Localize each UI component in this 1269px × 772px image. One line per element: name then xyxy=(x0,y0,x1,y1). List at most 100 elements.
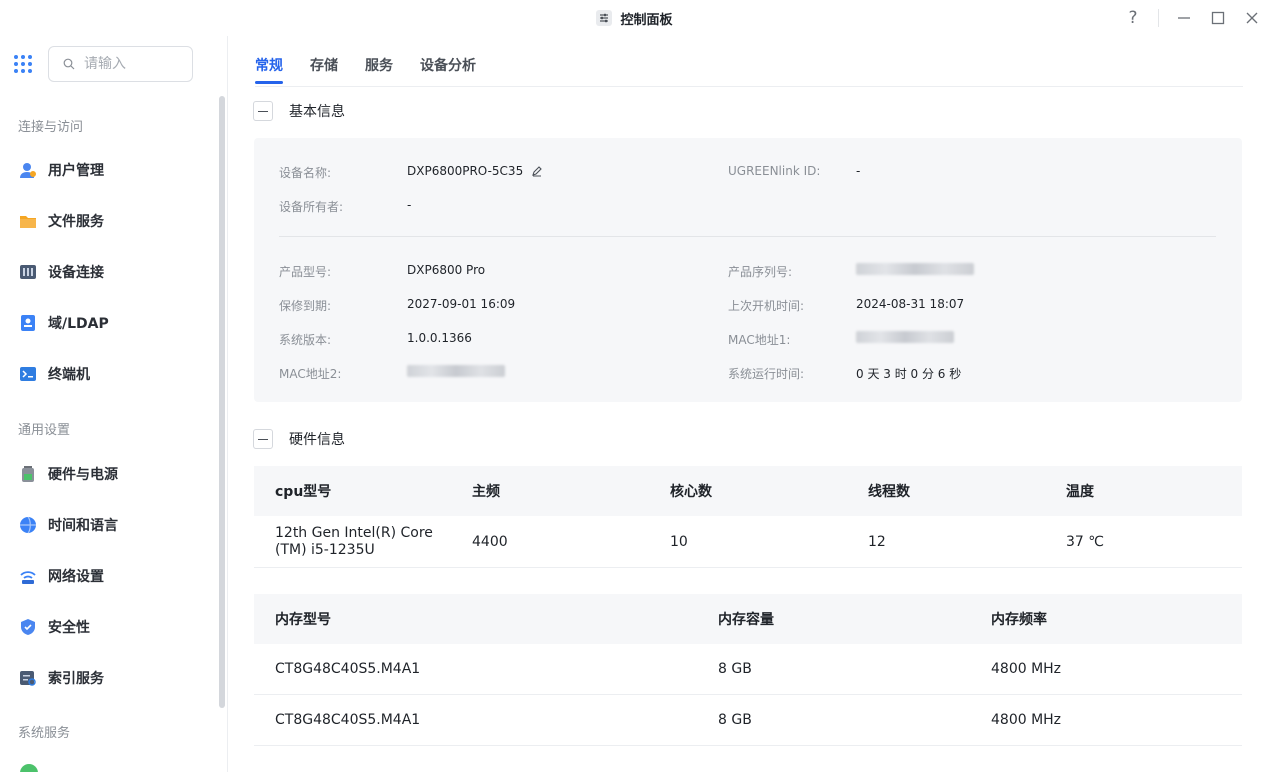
sidebar-item-label: 网络设置 xyxy=(48,569,104,585)
basic-info-header[interactable]: 基本信息 xyxy=(253,100,345,122)
cpu-table: cpu型号 主频 核心数 线程数 温度 12th Gen Intel(R) Co… xyxy=(254,466,1242,568)
warranty-value: 2027-09-01 16:09 xyxy=(407,297,516,311)
control-panel-icon xyxy=(596,10,613,26)
col-memory-model: 内存型号 xyxy=(275,612,331,628)
sidebar-item-label: 域/LDAP xyxy=(48,316,109,332)
info-divider xyxy=(279,236,1216,237)
memory-frequency-cell: 4800 MHz xyxy=(991,712,1062,728)
folder-icon xyxy=(18,211,38,231)
sidebar-item-ldap[interactable]: 域/LDAP xyxy=(18,307,213,339)
app-grid-icon[interactable] xyxy=(14,55,32,73)
sidebar-item-terminal[interactable]: 终端机 xyxy=(18,358,213,390)
window-title: 控制面板 xyxy=(0,0,1269,36)
sidebar-scrollbar[interactable] xyxy=(219,96,225,708)
main-content: 常规 存储 服务 设备分析 基本信息 设备名称: DXP6800PRO-5C35… xyxy=(229,36,1269,772)
index-icon xyxy=(18,668,38,688)
user-icon xyxy=(18,160,38,180)
ldap-icon xyxy=(18,313,38,333)
tab-storage[interactable]: 存储 xyxy=(310,52,338,84)
sidebar-item-label: 硬件与电源 xyxy=(48,467,118,483)
window-title-text: 控制面板 xyxy=(620,12,673,28)
maximize-icon xyxy=(1211,11,1225,25)
model-label: 产品型号: xyxy=(279,265,332,279)
close-icon xyxy=(1246,12,1258,24)
owner-label: 设备所有者: xyxy=(279,200,344,214)
sidebar-item-label: 终端机 xyxy=(48,367,90,383)
search-icon xyxy=(63,58,75,70)
sidebar-item-index-service[interactable]: 索引服务 xyxy=(18,662,213,694)
boot-time-value: 2024-08-31 18:07 xyxy=(856,297,965,311)
search-input[interactable] xyxy=(84,56,174,72)
sidebar-item-label: 索引服务 xyxy=(48,671,104,687)
col-frequency: 主频 xyxy=(472,484,500,500)
ugreenlink-label: UGREENlink ID: xyxy=(728,164,821,178)
cores-cell: 10 xyxy=(670,533,688,550)
title-bar: 控制面板 ? xyxy=(0,0,1269,36)
hardware-info-title: 硬件信息 xyxy=(289,432,345,448)
temperature-cell: 37 ℃ xyxy=(1066,533,1104,550)
minimize-icon xyxy=(1178,17,1190,19)
wifi-icon xyxy=(18,566,38,586)
memory-model-cell: CT8G48C40S5.M4A1 xyxy=(275,661,421,677)
sidebar-item-security[interactable]: 安全性 xyxy=(18,611,213,643)
version-value: 1.0.0.1366 xyxy=(407,331,472,345)
memory-frequency-cell: 4800 MHz xyxy=(991,661,1062,677)
edit-icon[interactable] xyxy=(531,165,543,177)
device-name-label: 设备名称: xyxy=(279,166,332,180)
minimize-button[interactable] xyxy=(1167,2,1201,34)
help-button[interactable]: ? xyxy=(1116,2,1150,34)
shield-icon xyxy=(18,617,38,637)
group-title-general: 通用设置 xyxy=(18,423,71,438)
serial-value-blurred xyxy=(856,263,974,278)
col-memory-frequency: 内存频率 xyxy=(991,612,1047,628)
mac1-label: MAC地址1: xyxy=(728,333,791,347)
device-icon xyxy=(18,262,38,282)
hardware-info-header[interactable]: 硬件信息 xyxy=(253,428,345,450)
model-value: DXP6800 Pro xyxy=(407,263,486,277)
collapse-icon[interactable] xyxy=(253,101,273,121)
uptime-label: 系统运行时间: xyxy=(728,367,805,381)
memory-table-header: 内存型号 内存容量 内存频率 xyxy=(254,594,1242,644)
device-name-value: DXP6800PRO-5C35 xyxy=(407,164,543,178)
sidebar-item-time-language[interactable]: 时间和语言 xyxy=(18,509,213,541)
sidebar-item-users[interactable]: 用户管理 xyxy=(18,154,213,186)
close-button[interactable] xyxy=(1235,2,1269,34)
mac2-label: MAC地址2: xyxy=(279,367,342,381)
boot-time-label: 上次开机时间: xyxy=(728,299,805,313)
tab-device-analysis[interactable]: 设备分析 xyxy=(420,52,476,84)
serial-label: 产品序列号: xyxy=(728,265,793,279)
maximize-button[interactable] xyxy=(1201,2,1235,34)
sidebar-item-device-connection[interactable]: 设备连接 xyxy=(18,256,213,288)
sidebar-item-hardware-power[interactable]: 硬件与电源 xyxy=(18,458,213,490)
group-title-system-services: 系统服务 xyxy=(18,726,71,741)
basic-info-panel: 设备名称: DXP6800PRO-5C35 UGREENlink ID: - 设… xyxy=(254,138,1242,402)
col-threads: 线程数 xyxy=(868,484,910,500)
battery-icon xyxy=(18,464,38,484)
ugreenlink-value: - xyxy=(856,164,861,178)
sidebar-item-partial-icon xyxy=(20,764,38,772)
memory-capacity-cell: 8 GB xyxy=(718,661,752,677)
sidebar-item-file-services[interactable]: 文件服务 xyxy=(18,205,213,237)
control-panel-window: 控制面板 ? 连接与访问 xyxy=(0,0,1269,772)
col-cpu-model: cpu型号 xyxy=(275,484,332,500)
table-row: CT8G48C40S5.M4A1 8 GB 4800 MHz xyxy=(254,644,1242,695)
group-title-access: 连接与访问 xyxy=(18,120,84,135)
tab-general[interactable]: 常规 xyxy=(255,52,283,84)
frequency-cell: 4400 xyxy=(472,533,508,550)
tab-services[interactable]: 服务 xyxy=(365,52,393,84)
title-separator xyxy=(1158,9,1159,27)
sidebar: 连接与访问 用户管理 文件服务 设备连接 域/LDAP xyxy=(0,36,228,772)
sidebar-item-label: 文件服务 xyxy=(48,214,104,230)
memory-table: 内存型号 内存容量 内存频率 CT8G48C40S5.M4A1 8 GB 480… xyxy=(254,594,1242,746)
warranty-label: 保修到期: xyxy=(279,299,332,313)
search-box[interactable] xyxy=(48,46,193,82)
memory-capacity-cell: 8 GB xyxy=(718,712,752,728)
cpu-table-header: cpu型号 主频 核心数 线程数 温度 xyxy=(254,466,1242,516)
sidebar-item-network[interactable]: 网络设置 xyxy=(18,560,213,592)
cpu-model-cell: 12th Gen Intel(R) Core (TM) i5-1235U xyxy=(275,524,433,558)
mac1-value-blurred xyxy=(856,331,954,346)
col-memory-capacity: 内存容量 xyxy=(718,612,774,628)
collapse-icon[interactable] xyxy=(253,429,273,449)
table-row: 12th Gen Intel(R) Core (TM) i5-1235U 440… xyxy=(254,516,1242,568)
version-label: 系统版本: xyxy=(279,333,332,347)
